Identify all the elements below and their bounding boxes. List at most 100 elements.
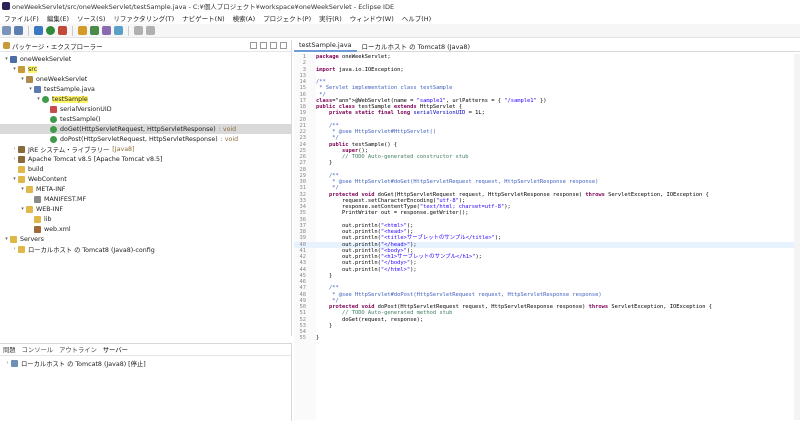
view-menu-icon[interactable] (270, 42, 277, 49)
editor-scrollbar[interactable] (794, 54, 800, 420)
toolbar-separator (28, 25, 29, 36)
editor-tab[interactable]: testSample.java (294, 39, 357, 52)
menu-item[interactable]: ウィンドウ(W) (350, 13, 394, 23)
menu-item[interactable]: 実行(R) (319, 13, 342, 23)
save-icon[interactable] (14, 26, 23, 35)
tree-item[interactable]: ▾ testSample (0, 94, 291, 104)
java-file-icon (34, 85, 41, 93)
new-class-icon[interactable] (90, 26, 99, 35)
tree-item-label: src (28, 65, 38, 73)
new-package-icon[interactable] (78, 26, 87, 35)
tree-item[interactable]: lib (0, 214, 291, 224)
editor-tab[interactable]: ローカルホスト の Tomcat8 (Java8) (357, 40, 476, 52)
menu-item[interactable]: ヘルプ(H) (402, 13, 431, 23)
tree-item[interactable]: testSample() (0, 114, 291, 124)
expand-icon[interactable]: ▾ (19, 76, 26, 82)
expand-icon[interactable]: › (11, 146, 18, 152)
menu-item[interactable]: リファクタリング(T) (113, 13, 174, 23)
tree-item-label: testSample() (60, 115, 101, 123)
tree-item[interactable]: MANIFEST.MF (0, 194, 291, 204)
tree-item[interactable]: ▾ oneWeekServlet (0, 54, 291, 64)
folder-icon (18, 175, 25, 183)
tree-item[interactable]: › Apache Tomcat v8.5 [Apache Tomcat v8.5] (0, 154, 291, 164)
link-with-editor-icon[interactable] (260, 42, 267, 49)
expand-icon[interactable]: ▾ (19, 206, 26, 212)
tree-item[interactable]: ▾ oneWeekServlet (0, 74, 291, 84)
tree-item[interactable]: web.xml (0, 224, 291, 234)
method-icon (50, 125, 57, 133)
servers-view: 問題 コンソール アウトライン サーバー › ローカルホスト の Tomcat8 (J… (0, 343, 292, 421)
package-explorer-header: パッケージ・エクスプローラー (0, 40, 291, 52)
tree-item[interactable]: serialVersionUID (0, 104, 291, 114)
code-line[interactable]: 55} (294, 335, 800, 341)
tree-item[interactable]: doGet(HttpServletRequest, HttpServletRes… (0, 124, 291, 134)
code-text: import java.io.IOException; (316, 66, 404, 73)
code-text: * @see HttpServlet#doPost(HttpServletReq… (316, 291, 602, 298)
menu-item[interactable]: 検索(A) (233, 13, 256, 23)
minimize-icon[interactable] (280, 42, 287, 49)
tree-item-label: Servers (20, 235, 44, 243)
folder-icon (18, 165, 25, 173)
expand-icon[interactable]: ▾ (19, 186, 26, 192)
server-icon (11, 359, 18, 367)
project-icon (10, 55, 17, 63)
open-type-icon[interactable] (102, 26, 111, 35)
collapse-all-icon[interactable] (250, 42, 257, 49)
search-icon[interactable] (114, 26, 123, 35)
tree-item-label: oneWeekServlet (20, 55, 72, 63)
fold-marker (308, 335, 316, 341)
bottom-tab[interactable]: アウトライン (59, 345, 97, 354)
menu-item[interactable]: ソース(S) (77, 13, 105, 23)
method-icon (50, 115, 57, 123)
expand-icon[interactable]: › (11, 246, 18, 252)
tree-item[interactable]: ▾ WebContent (0, 174, 291, 184)
tree-item-suffix: : void (218, 125, 237, 133)
tree-item-label: doPost(HttpServletRequest, HttpServletRe… (60, 135, 218, 143)
package-tree: ▾ oneWeekServlet ▾ src ▾ oneWeekServlet ▾ testS… (0, 52, 291, 254)
tree-item-label: ローカルホスト の Tomcat8 (Java8)-config (28, 246, 155, 254)
window-title: oneWeekServlet/src/oneWeekServlet/testSa… (12, 2, 395, 11)
expand-icon[interactable]: ▾ (35, 96, 42, 102)
run-icon[interactable] (46, 26, 55, 35)
menu-item[interactable]: プロジェクト(P) (263, 13, 311, 23)
back-icon[interactable] (134, 26, 143, 35)
tree-item-label: testSample.java (44, 85, 95, 93)
expand-icon[interactable]: ▾ (3, 236, 10, 242)
tree-item[interactable]: build (0, 164, 291, 174)
field-icon (50, 105, 57, 113)
new-icon[interactable] (2, 26, 11, 35)
expand-icon[interactable]: ▾ (11, 66, 18, 72)
tree-item[interactable]: › ローカルホスト の Tomcat8 (Java8)-config (0, 244, 291, 254)
server-item[interactable]: › ローカルホスト の Tomcat8 (Java8) [停止] (0, 358, 291, 368)
bottom-tab[interactable]: コンソール (22, 345, 53, 354)
expand-icon[interactable]: ▾ (3, 56, 10, 62)
menubar: ファイル(F) 編集(E) ソース(S) リファクタリング(T) ナビゲート(N) 検索(… (0, 12, 800, 23)
tree-item[interactable]: ▾ src (0, 64, 291, 74)
tree-item[interactable]: ▾ Servers (0, 234, 291, 244)
tree-item[interactable]: › JRE システム・ライブラリー [Java8] (0, 144, 291, 154)
forward-icon[interactable] (146, 26, 155, 35)
stop-icon[interactable] (58, 26, 67, 35)
package-explorer-title[interactable]: パッケージ・エクスプローラー (12, 41, 103, 51)
package-explorer-view: パッケージ・エクスプローラー ▾ oneWeekServlet ▾ src ▾ oneWe… (0, 40, 292, 336)
menu-item[interactable]: ナビゲート(N) (182, 13, 224, 23)
code-text: package oneWeekServlet; (316, 54, 391, 60)
tree-item[interactable]: ▾ WEB-INF (0, 204, 291, 214)
class-icon (42, 95, 49, 103)
expand-icon[interactable]: › (11, 156, 18, 162)
code-text: } (316, 160, 333, 167)
expand-icon[interactable]: ▾ (27, 86, 34, 92)
tree-item[interactable]: ▾ META-INF (0, 184, 291, 194)
bottom-tab[interactable]: 問題 (3, 345, 16, 354)
expand-icon[interactable]: ▾ (11, 176, 18, 182)
menu-item[interactable]: 編集(E) (47, 13, 69, 23)
code-editor[interactable]: 1 package oneWeekServlet; 2 3 import java.io… (294, 54, 800, 342)
tree-item[interactable]: ▾ testSample.java (0, 84, 291, 94)
bottom-tab[interactable]: サーバー (103, 345, 128, 354)
menu-item[interactable]: ファイル(F) (4, 13, 39, 23)
tree-item[interactable]: doPost(HttpServletRequest, HttpServletRe… (0, 134, 291, 144)
debug-icon[interactable] (34, 26, 43, 35)
expand-icon[interactable]: › (4, 360, 11, 366)
src-folder-icon (18, 65, 25, 73)
window-titlebar: oneWeekServlet/src/oneWeekServlet/testSa… (0, 0, 800, 11)
